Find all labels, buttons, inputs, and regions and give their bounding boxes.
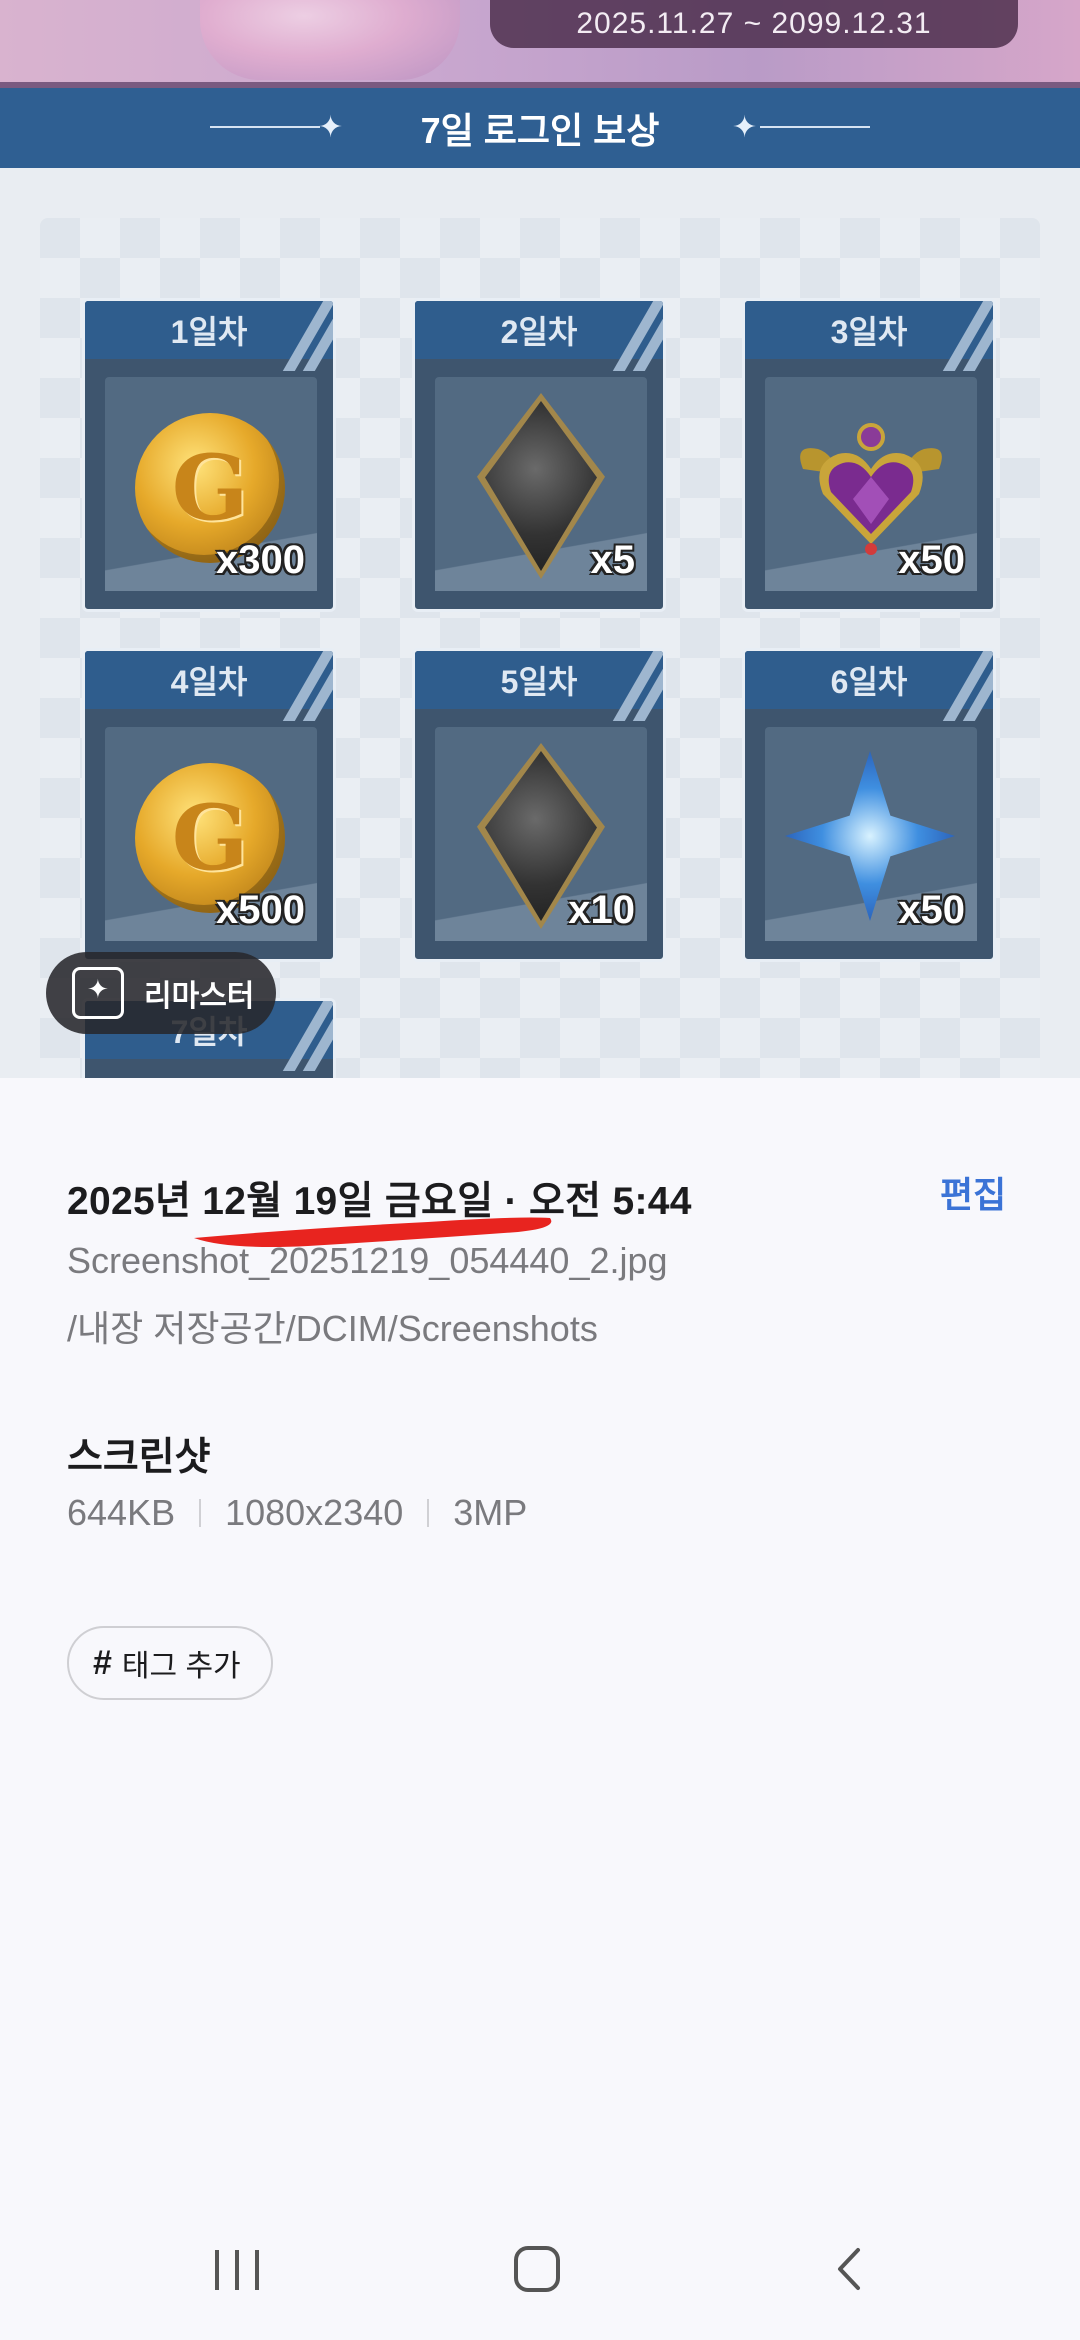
reward-quantity: x500 [216, 888, 305, 932]
reward-day-header: 5일차 [415, 651, 663, 721]
banner-date: 2025.11.27 ~ 2099.12.31 [490, 0, 1018, 48]
reward-day-header: 4일차 [85, 651, 333, 721]
reward-quantity: x300 [216, 538, 305, 582]
add-tag-label: 태그 추가 [121, 1650, 241, 1683]
title-decoration-line [760, 126, 870, 128]
add-tag-button[interactable]: # 태그 추가 [67, 1626, 273, 1700]
reward-title-bar: ✦ 7일 로그인 보상 ✦ [0, 88, 1080, 168]
reward-quantity: x50 [898, 888, 965, 932]
reward-day-header: 1일차 [85, 301, 333, 371]
banner-character-art [200, 0, 460, 80]
reward-title: 7일 로그인 보상 [420, 110, 660, 151]
reward-day-label: 3일차 [830, 314, 908, 350]
reward-card-day4: 4일차 G x500 [82, 648, 336, 962]
sparkle-icon: ✦ [318, 111, 344, 144]
reward-card-day2: 2일차 x5 [412, 298, 666, 612]
remaster-label: 리마스터 [144, 980, 255, 1013]
reward-day-header: 6일차 [745, 651, 993, 721]
divider [427, 1499, 430, 1527]
reward-day-label: 4일차 [170, 664, 248, 700]
file-megapixels: 3MP [453, 1492, 528, 1533]
system-navigation-bar [0, 2196, 1080, 2340]
edit-button[interactable]: 편집 [940, 1166, 1006, 1218]
reward-card-day1: 1일차 G x300 [82, 298, 336, 612]
reward-card-day6: 6일차 x50 [742, 648, 996, 962]
reward-quantity: x10 [568, 888, 635, 932]
reward-day-header: 3일차 [745, 301, 993, 371]
reward-card-day3: 3일차 x50 [742, 298, 996, 612]
file-type: 스크린샷 [67, 1436, 211, 1479]
remaster-button[interactable]: 리마스터 [46, 952, 276, 1034]
red-scribble-mark [194, 1217, 552, 1247]
reward-day-label: 6일차 [830, 664, 908, 700]
reward-board: 1일차 G x300 2일차 x5 3일차 x50 4일차 G x500 5일차… [40, 218, 1040, 1078]
hash-icon: # [93, 1643, 112, 1682]
file-size: 644KB [67, 1492, 176, 1533]
back-icon[interactable] [828, 2246, 874, 2292]
reward-day-label: 1일차 [170, 314, 248, 350]
file-resolution: 1080x2340 [225, 1492, 404, 1533]
title-decoration-line [210, 126, 320, 128]
reward-quantity: x50 [898, 538, 965, 582]
reward-quantity: x5 [590, 538, 636, 582]
divider [199, 1499, 202, 1527]
file-path[interactable]: /내장 저장공간/DCIM/Screenshots [67, 1300, 598, 1352]
reward-day-header: 2일차 [415, 301, 663, 371]
file-metadata: 644KB 1080x2340 3MP [67, 1492, 527, 1534]
photo-preview[interactable]: 2025.11.27 ~ 2099.12.31 ✦ 7일 로그인 보상 ✦ 1일… [0, 0, 1080, 1078]
home-icon[interactable] [514, 2246, 560, 2292]
sparkle-edit-icon [72, 967, 124, 1019]
reward-card-day5: 5일차 x10 [412, 648, 666, 962]
recent-apps-icon[interactable] [215, 2250, 259, 2290]
reward-day-label: 5일차 [500, 664, 578, 700]
sparkle-icon: ✦ [732, 111, 758, 144]
event-banner: 2025.11.27 ~ 2099.12.31 [0, 0, 1080, 88]
reward-day-label: 2일차 [500, 314, 578, 350]
details-panel: 2025년 12월 19일 금요일 · 오전 5:44 편집 Screensho… [0, 1078, 1080, 2340]
